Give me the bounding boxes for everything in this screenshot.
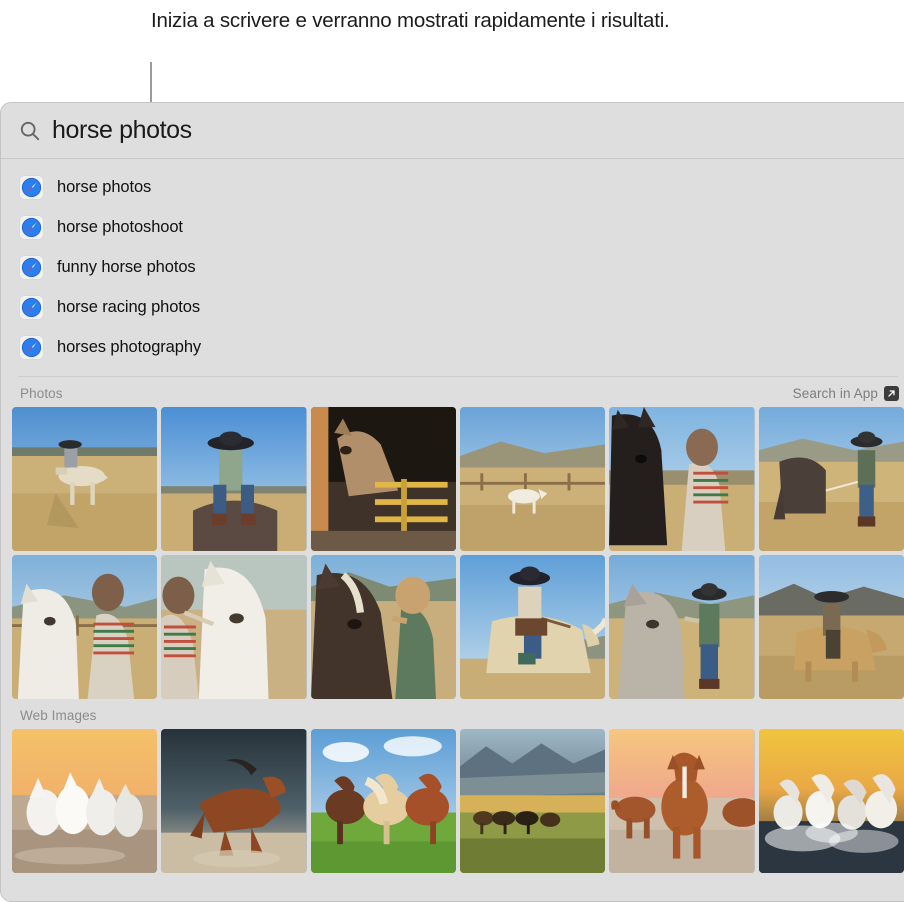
photo-thumbnail[interactable] <box>161 407 307 551</box>
section-title-web-images: Web Images <box>20 708 97 723</box>
photo-thumbnail[interactable] <box>310 407 456 551</box>
suggestion-label: horse photoshoot <box>57 217 183 236</box>
web-image-thumbnail[interactable] <box>161 729 307 873</box>
safari-compass-icon <box>19 334 44 360</box>
suggestion-label: horses photography <box>57 337 202 356</box>
suggestion-item[interactable]: horse racing photos <box>1 287 904 327</box>
arrow-up-right-icon <box>884 386 899 401</box>
photo-thumbnail[interactable] <box>310 555 456 699</box>
safari-compass-icon <box>19 214 44 240</box>
suggestion-item[interactable]: funny horse photos <box>1 247 904 287</box>
photo-thumbnail[interactable] <box>609 407 755 551</box>
photos-grid-row-1 <box>1 407 904 551</box>
web-image-thumbnail[interactable] <box>459 729 606 873</box>
safari-compass-icon <box>19 254 44 280</box>
photo-thumbnail[interactable] <box>758 407 904 551</box>
suggestion-label: horse photos <box>57 177 152 196</box>
photo-thumbnail[interactable] <box>459 555 606 699</box>
photo-thumbnail[interactable] <box>459 407 606 551</box>
suggestion-item[interactable]: horse photoshoot <box>1 207 904 247</box>
callout-text: Inizia a scrivere e verranno mostrati ra… <box>151 9 670 32</box>
suggestion-list: horse photos horse photoshoot funny hors… <box>1 159 904 376</box>
photo-thumbnail[interactable] <box>12 555 158 699</box>
web-image-thumbnail[interactable] <box>758 729 904 873</box>
suggestion-item[interactable]: horse photos <box>1 167 904 207</box>
web-image-thumbnail[interactable] <box>12 729 158 873</box>
search-icon <box>19 120 41 142</box>
search-field[interactable]: horse photos <box>1 103 904 158</box>
search-in-app-label: Search in App <box>792 386 878 401</box>
photo-thumbnail[interactable] <box>609 555 755 699</box>
search-suggestions-panel: horse photos horse photos horse photosho… <box>0 102 904 902</box>
search-in-app-button[interactable]: Search in App <box>793 386 899 401</box>
web-images-section-header: Web Images <box>1 699 904 729</box>
suggestion-label: horse racing photos <box>57 297 201 316</box>
web-image-thumbnail[interactable] <box>609 729 755 873</box>
web-image-thumbnail[interactable] <box>310 729 456 873</box>
search-input-value[interactable]: horse photos <box>52 116 192 145</box>
safari-compass-icon <box>19 294 44 320</box>
web-images-grid <box>1 729 904 873</box>
photo-thumbnail[interactable] <box>12 407 158 551</box>
photo-thumbnail[interactable] <box>161 555 307 699</box>
section-title-photos: Photos <box>20 386 63 401</box>
photos-section-header: Photos Search in App <box>1 377 904 407</box>
photo-thumbnail[interactable] <box>758 555 904 699</box>
photos-grid-row-2 <box>1 555 904 699</box>
callout-leader-line <box>150 62 152 104</box>
safari-compass-icon <box>19 174 44 200</box>
suggestion-item[interactable]: horses photography <box>1 327 904 367</box>
suggestion-label: funny horse photos <box>57 257 196 276</box>
